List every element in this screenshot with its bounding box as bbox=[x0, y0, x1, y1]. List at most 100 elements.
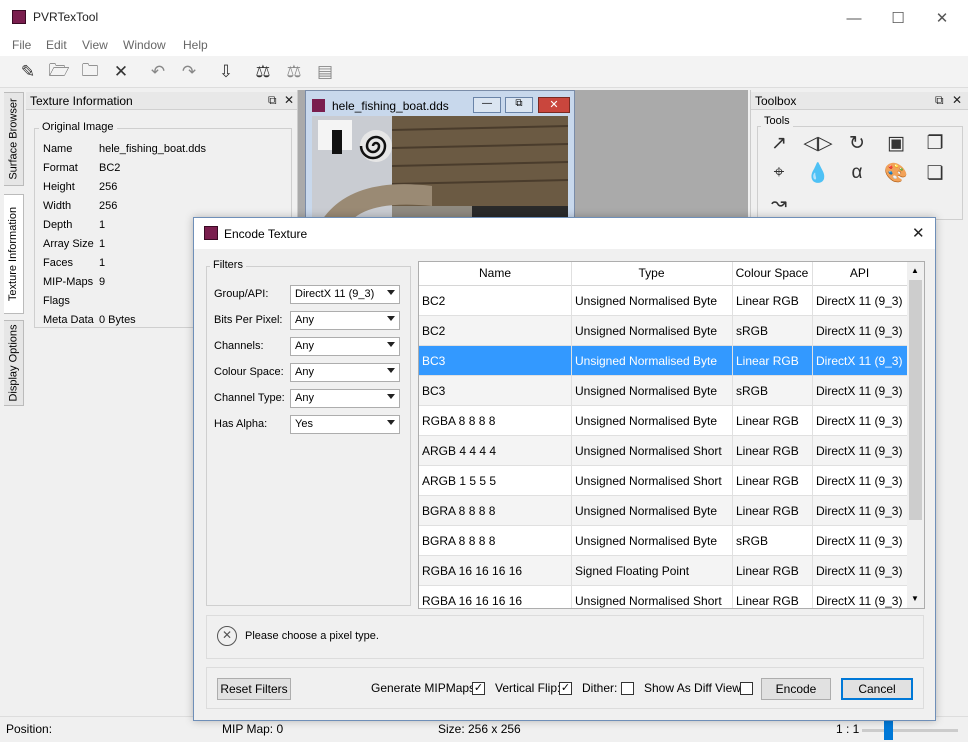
filter-dropdown[interactable]: Any bbox=[290, 337, 400, 356]
cell-space: Linear RGB bbox=[736, 504, 799, 518]
histogram-icon[interactable]: ▤ bbox=[313, 61, 337, 83]
float-icon[interactable]: ⧉ bbox=[268, 93, 277, 108]
doc-icon bbox=[312, 99, 325, 112]
flip-icon[interactable]: ◁▷ bbox=[803, 130, 832, 156]
tools-group-title: Tools bbox=[761, 115, 793, 127]
tab-display-options[interactable]: Display Options bbox=[4, 320, 24, 406]
vertical-flip-checkbox[interactable]: ✓ bbox=[559, 682, 572, 695]
toolbox-close-icon[interactable]: ✕ bbox=[952, 93, 962, 107]
colour-icon[interactable]: 🎨 bbox=[882, 160, 910, 186]
cancel-button[interactable]: Cancel bbox=[841, 678, 913, 700]
resize-icon[interactable]: ↗ bbox=[765, 130, 793, 156]
border-icon[interactable]: ▣ bbox=[882, 130, 910, 156]
table-row[interactable]: RGBA 16 16 16 16 Unsigned Normalised Shor… bbox=[419, 586, 907, 608]
panel-close-icon[interactable]: ✕ bbox=[284, 93, 294, 107]
col-name-header[interactable]: Name bbox=[419, 266, 571, 280]
table-row[interactable]: RGBA 8 8 8 8 Unsigned Normalised Byte Line… bbox=[419, 406, 907, 436]
dropdown-arrow-icon bbox=[387, 290, 395, 295]
error-icon: ✕ bbox=[217, 626, 237, 646]
filter-label: Group/API: bbox=[214, 288, 269, 300]
layers-icon[interactable]: ❏ bbox=[921, 160, 949, 186]
col-colour-space-header[interactable]: Colour Space bbox=[732, 266, 812, 280]
table-scrollbar[interactable]: ▲ ▼ bbox=[907, 262, 924, 608]
zoom-slider-thumb[interactable] bbox=[884, 721, 893, 740]
tab-texture-information[interactable]: Texture Information bbox=[4, 194, 24, 314]
table-row[interactable]: BC3 Unsigned Normalised Byte sRGB DirectX 1… bbox=[419, 376, 907, 406]
dither-label: Dither: bbox=[582, 681, 618, 695]
premultiply-icon[interactable]: 💧 bbox=[804, 160, 832, 186]
property-value: 256 bbox=[99, 200, 118, 212]
zoom-slider-track[interactable] bbox=[862, 729, 958, 732]
cell-api: DirectX 11 (9_3) bbox=[816, 354, 903, 368]
toolbox-float-icon[interactable]: ⧉ bbox=[935, 93, 944, 108]
property-key: Flags bbox=[43, 295, 70, 307]
doc-close-button[interactable]: ✕ bbox=[538, 97, 570, 113]
vertical-flip-label: Vertical Flip: bbox=[495, 681, 561, 695]
col-api-header[interactable]: API bbox=[812, 266, 907, 280]
redo-icon[interactable]: ↷ bbox=[177, 61, 201, 83]
table-row[interactable]: BC2 Unsigned Normalised Byte sRGB DirectX 1… bbox=[419, 316, 907, 346]
toolbox-header: Toolbox ⧉ ✕ bbox=[751, 92, 968, 110]
table-row[interactable]: BGRA 8 8 8 8 Unsigned Normalised Byte sRGB… bbox=[419, 526, 907, 556]
table-row[interactable]: BGRA 8 8 8 8 Unsigned Normalised Byte Line… bbox=[419, 496, 907, 526]
undo-icon[interactable]: ↶ bbox=[146, 61, 170, 83]
dither-checkbox[interactable] bbox=[621, 682, 634, 695]
diff-view-checkbox[interactable] bbox=[740, 682, 753, 695]
table-row[interactable]: RGBA 16 16 16 16 Signed Floating Point Lin… bbox=[419, 556, 907, 586]
encode-icon[interactable]: ⇩ bbox=[214, 61, 238, 83]
filter-dropdown[interactable]: Any bbox=[290, 389, 400, 408]
toolbox-panel: Toolbox ⧉ ✕ Tools ↗ ◁▷ ↻ ▣ ❐ ⌖ 💧 α 🎨 ❏ ↝ bbox=[750, 90, 968, 220]
property-key: Format bbox=[43, 162, 78, 174]
cube-map-icon[interactable]: ❐ bbox=[921, 130, 949, 156]
menu-window[interactable]: Window bbox=[123, 38, 166, 52]
filter-dropdown[interactable]: Any bbox=[290, 363, 400, 382]
doc-minimize-button[interactable]: — bbox=[473, 97, 501, 113]
table-row[interactable]: ARGB 4 4 4 4 Unsigned Normalised Short Lin… bbox=[419, 436, 907, 466]
alpha-icon[interactable]: α bbox=[843, 160, 871, 186]
filter-dropdown[interactable]: DirectX 11 (9_3) bbox=[290, 285, 400, 304]
pixel-format-table[interactable]: Name Type Colour Space API BC2 Unsigned N… bbox=[418, 261, 925, 609]
table-row[interactable]: BC2 Unsigned Normalised Byte Linear RGB Dir… bbox=[419, 286, 907, 316]
dialog-close-icon[interactable]: ✕ bbox=[912, 224, 925, 242]
open-icon[interactable]: 🗁 bbox=[47, 61, 71, 83]
minimize-button[interactable]: — bbox=[832, 6, 876, 30]
scrollbar-thumb[interactable] bbox=[909, 280, 922, 520]
menu-bar: File Edit View Window Help bbox=[0, 34, 968, 56]
col-type-header[interactable]: Type bbox=[571, 266, 732, 280]
filter-dropdown[interactable]: Any bbox=[290, 311, 400, 330]
normal-map-icon[interactable]: ↝ bbox=[765, 190, 793, 216]
filter-label: Channels: bbox=[214, 340, 264, 352]
close-button[interactable]: ✕ bbox=[920, 6, 964, 30]
compare-icon[interactable]: ⚖ bbox=[251, 61, 275, 83]
compare-disabled-icon[interactable]: ⚖ bbox=[282, 61, 306, 83]
close-file-icon[interactable]: ✕ bbox=[109, 61, 133, 83]
cell-space: Linear RGB bbox=[736, 564, 799, 578]
menu-edit[interactable]: Edit bbox=[46, 38, 67, 52]
encode-button[interactable]: Encode bbox=[761, 678, 831, 700]
new-icon[interactable]: ✎ bbox=[16, 61, 40, 83]
table-row[interactable]: ARGB 1 5 5 5 Unsigned Normalised Short Lin… bbox=[419, 466, 907, 496]
filter-dropdown[interactable]: Yes bbox=[290, 415, 400, 434]
doc-restore-button[interactable]: ⧉ bbox=[505, 97, 533, 113]
menu-help[interactable]: Help bbox=[183, 38, 208, 52]
scroll-down-icon[interactable]: ▼ bbox=[911, 594, 919, 603]
filter-value: Any bbox=[295, 340, 314, 352]
cell-space: Linear RGB bbox=[736, 414, 799, 428]
save-icon[interactable]: 🗀 bbox=[78, 61, 102, 83]
tab-surface-browser[interactable]: Surface Browser bbox=[4, 92, 24, 186]
cell-type: Unsigned Normalised Byte bbox=[575, 294, 718, 308]
table-row[interactable]: BC3 Unsigned Normalised Byte Linear RGB Dir… bbox=[419, 346, 907, 376]
cell-type: Unsigned Normalised Byte bbox=[575, 534, 718, 548]
cell-space: sRGB bbox=[736, 324, 769, 338]
scroll-up-icon[interactable]: ▲ bbox=[911, 266, 919, 275]
generate-mipmaps-checkbox[interactable]: ✓ bbox=[472, 682, 485, 695]
dialog-button-bar: Reset Filters Generate MIPMaps: ✓ Vertic… bbox=[206, 667, 924, 709]
maximize-button[interactable]: ☐ bbox=[876, 6, 920, 30]
menu-file[interactable]: File bbox=[12, 38, 31, 52]
rotate-icon[interactable]: ↻ bbox=[843, 130, 871, 156]
crop-icon[interactable]: ⌖ bbox=[765, 160, 793, 186]
reset-filters-button[interactable]: Reset Filters bbox=[217, 678, 291, 700]
cell-type: Unsigned Normalised Short bbox=[575, 594, 722, 608]
cell-type: Unsigned Normalised Byte bbox=[575, 324, 718, 338]
menu-view[interactable]: View bbox=[82, 38, 108, 52]
